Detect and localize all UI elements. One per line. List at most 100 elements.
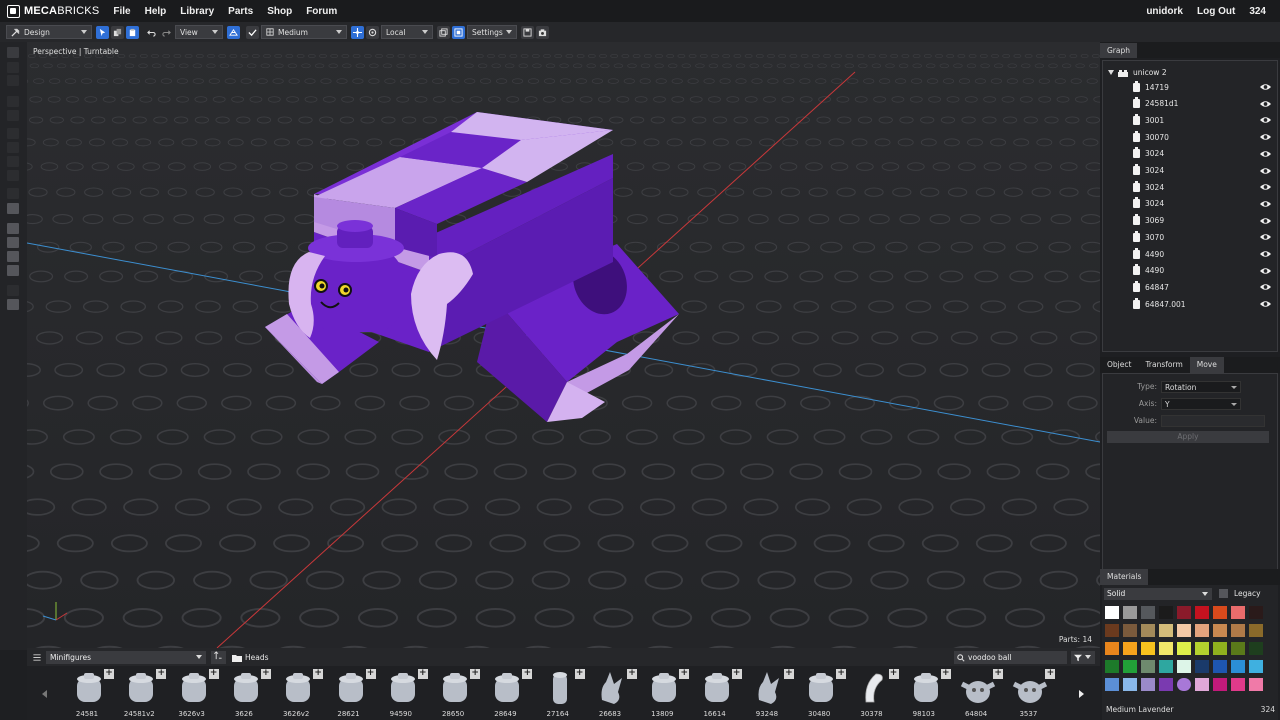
part-thumbnail[interactable]: +28650 bbox=[433, 668, 485, 720]
add-part-button[interactable]: + bbox=[836, 669, 847, 679]
color-swatch[interactable] bbox=[1123, 660, 1137, 673]
visibility-eye-icon[interactable] bbox=[1260, 116, 1271, 124]
paste-button[interactable] bbox=[126, 25, 139, 39]
add-part-button[interactable]: + bbox=[627, 669, 637, 679]
color-swatch[interactable] bbox=[1177, 606, 1191, 619]
layers-button[interactable] bbox=[437, 25, 450, 39]
visibility-eye-icon[interactable] bbox=[1260, 150, 1271, 158]
color-swatch[interactable] bbox=[1231, 642, 1245, 655]
space-select[interactable]: Local bbox=[381, 25, 433, 39]
axis-select[interactable]: Y bbox=[1161, 397, 1241, 410]
color-swatch[interactable] bbox=[1159, 660, 1173, 673]
trash-tool-icon[interactable] bbox=[7, 96, 19, 107]
visibility-eye-icon[interactable] bbox=[1260, 183, 1271, 191]
add-part-button[interactable]: + bbox=[679, 669, 690, 679]
mode-select[interactable]: Design bbox=[6, 25, 92, 39]
color-swatch[interactable] bbox=[1141, 678, 1155, 691]
scroll-left-icon[interactable] bbox=[42, 690, 47, 698]
search-input[interactable]: voodoo ball bbox=[954, 651, 1067, 664]
graph-item[interactable]: 3024 bbox=[1133, 164, 1277, 178]
hinge-tool-icon[interactable] bbox=[7, 156, 19, 167]
color-swatch[interactable] bbox=[1213, 660, 1227, 673]
chart-tool-icon[interactable] bbox=[7, 203, 19, 214]
save-button[interactable] bbox=[521, 25, 534, 39]
add-part-button[interactable]: + bbox=[993, 669, 1004, 679]
color-swatch[interactable] bbox=[1177, 642, 1191, 655]
copy-button[interactable] bbox=[111, 25, 124, 39]
add-part-button[interactable]: + bbox=[470, 669, 481, 679]
snap-check-button[interactable] bbox=[246, 25, 259, 39]
color-swatch[interactable] bbox=[1177, 660, 1191, 673]
color-swatch[interactable] bbox=[1249, 642, 1263, 655]
graph-item[interactable]: 3024 bbox=[1133, 147, 1277, 161]
visibility-eye-icon[interactable] bbox=[1260, 267, 1271, 275]
link-tool-icon[interactable] bbox=[7, 285, 19, 296]
select-tool-button[interactable] bbox=[96, 25, 109, 39]
graph-item[interactable]: 3024 bbox=[1133, 197, 1277, 211]
filter-button[interactable] bbox=[1071, 651, 1095, 664]
menu-parts[interactable]: Parts bbox=[228, 6, 253, 17]
part-thumbnail[interactable]: +24581 bbox=[67, 668, 119, 720]
part-thumbnail[interactable]: +30378 bbox=[852, 668, 904, 720]
part-thumbnail[interactable]: +13809 bbox=[642, 668, 694, 720]
add-part-button[interactable]: + bbox=[574, 669, 585, 679]
part-thumbnail[interactable]: +30480 bbox=[799, 668, 851, 720]
list-icon[interactable] bbox=[32, 653, 42, 662]
color-swatch[interactable] bbox=[1105, 678, 1119, 691]
color-swatch[interactable] bbox=[1249, 660, 1263, 673]
tab-materials[interactable]: Materials bbox=[1100, 569, 1149, 585]
axis-tool-icon[interactable] bbox=[7, 237, 19, 248]
graph-item[interactable]: 3024 bbox=[1133, 180, 1277, 194]
tab-object[interactable]: Object bbox=[1100, 357, 1138, 373]
color-swatch[interactable] bbox=[1213, 624, 1227, 637]
visibility-eye-icon[interactable] bbox=[1260, 283, 1271, 291]
visibility-eye-icon[interactable] bbox=[1260, 133, 1271, 141]
color-swatch[interactable] bbox=[1159, 678, 1173, 691]
eraser-tool-icon[interactable] bbox=[7, 251, 19, 262]
grid-button[interactable] bbox=[227, 25, 240, 39]
part-thumbnail[interactable]: +3626v3 bbox=[172, 668, 224, 720]
menu-help[interactable]: Help bbox=[145, 6, 167, 17]
add-part-button[interactable]: + bbox=[313, 669, 324, 679]
part-thumbnail[interactable]: +93248 bbox=[747, 668, 799, 720]
tab-move[interactable]: Move bbox=[1189, 357, 1224, 373]
graph-item[interactable]: 4490 bbox=[1133, 247, 1277, 261]
color-swatch[interactable] bbox=[1249, 606, 1263, 619]
visibility-eye-icon[interactable] bbox=[1260, 250, 1271, 258]
visibility-eye-icon[interactable] bbox=[1260, 167, 1271, 175]
group-tool-icon[interactable] bbox=[7, 265, 19, 276]
color-swatch[interactable] bbox=[1105, 624, 1119, 637]
menu-forum[interactable]: Forum bbox=[306, 6, 337, 17]
graph-item[interactable]: 64847 bbox=[1133, 280, 1277, 294]
color-swatch[interactable] bbox=[1159, 642, 1173, 655]
part-thumbnail[interactable]: +3626v2 bbox=[276, 668, 328, 720]
add-part-button[interactable]: + bbox=[260, 669, 271, 679]
circle-tool-icon[interactable] bbox=[7, 75, 19, 86]
move-gizmo-button[interactable] bbox=[351, 25, 364, 39]
tree-root[interactable]: unicow 2 bbox=[1108, 68, 1167, 77]
menu-shop[interactable]: Shop bbox=[267, 6, 292, 17]
color-swatch[interactable] bbox=[1231, 624, 1245, 637]
rotate-gizmo-button[interactable] bbox=[366, 25, 379, 39]
apply-button[interactable]: Apply bbox=[1107, 431, 1269, 443]
color-swatch[interactable] bbox=[1123, 642, 1137, 655]
color-swatch[interactable] bbox=[1105, 642, 1119, 655]
tab-graph[interactable]: Graph bbox=[1100, 43, 1138, 58]
color-swatch[interactable] bbox=[1213, 606, 1227, 619]
stack-tool-icon[interactable] bbox=[7, 142, 19, 153]
add-part-button[interactable]: + bbox=[208, 669, 219, 679]
light-tool-icon[interactable] bbox=[7, 223, 19, 234]
color-swatch[interactable] bbox=[1213, 642, 1227, 655]
type-select[interactable]: Rotation bbox=[1161, 380, 1241, 393]
graph-item[interactable]: 24581d1 bbox=[1133, 97, 1277, 111]
color-swatch[interactable] bbox=[1177, 624, 1191, 637]
part-thumbnail[interactable]: +16614 bbox=[695, 668, 747, 720]
add-part-button[interactable]: + bbox=[417, 669, 428, 679]
expand-arrow-icon[interactable] bbox=[1108, 70, 1114, 75]
lasso-tool-icon[interactable] bbox=[7, 62, 19, 73]
visibility-eye-icon[interactable] bbox=[1260, 200, 1271, 208]
color-swatch[interactable] bbox=[1195, 606, 1209, 619]
part-thumbnail[interactable]: +3626 bbox=[224, 668, 276, 720]
color-swatch[interactable] bbox=[1195, 642, 1209, 655]
add-part-button[interactable]: + bbox=[731, 669, 742, 679]
